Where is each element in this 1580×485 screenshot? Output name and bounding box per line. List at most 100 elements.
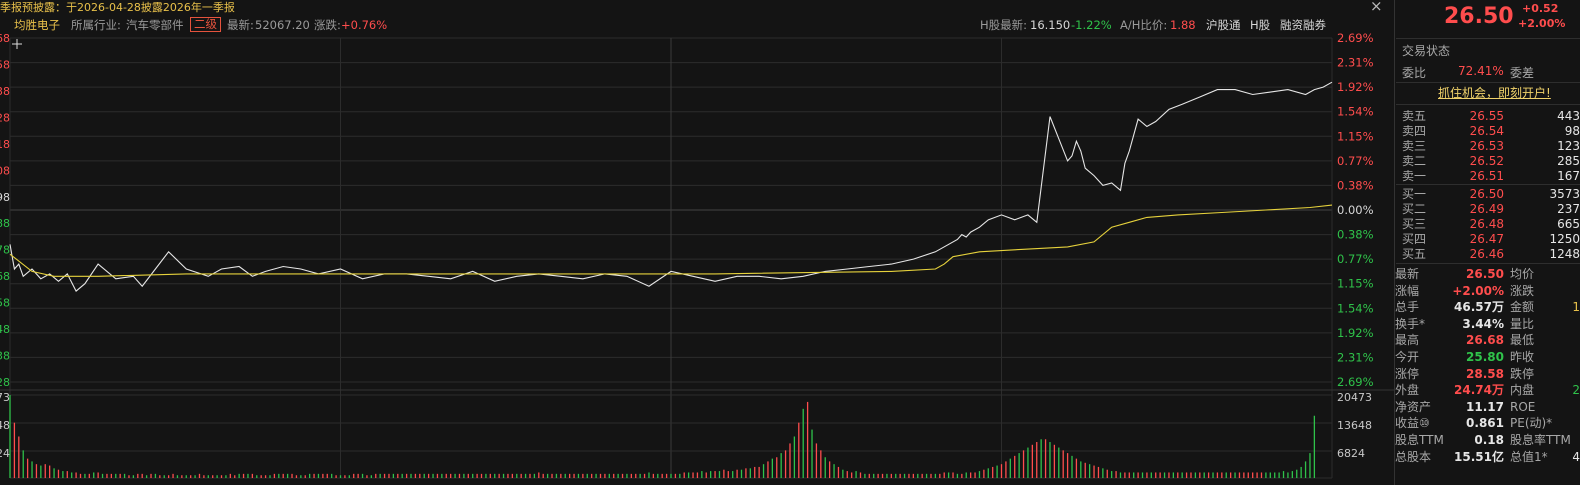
y-tick-price: 58: [0, 297, 10, 310]
order-book-row[interactable]: 卖三 26.53 123: [1396, 138, 1580, 154]
stat-row: 涨幅 +2.00% 涨跌: [1395, 283, 1580, 299]
asks-level-volume: 167: [1557, 169, 1580, 183]
stat-value-2: 4: [1572, 449, 1580, 464]
bids-level-volume: 665: [1557, 217, 1580, 231]
volume-tick-left: 24: [0, 447, 10, 460]
stat-value: 26.68: [1466, 333, 1504, 348]
stat-row: 今开 25.80 昨收: [1395, 349, 1580, 365]
y-tick-percent: 2.69%: [1337, 375, 1374, 389]
stat-value: 3.44%: [1462, 316, 1504, 331]
order-book-row[interactable]: 卖五 26.55 443: [1396, 108, 1580, 124]
bids-level-label: 买五: [1402, 247, 1427, 261]
stat-value: 0.18: [1474, 433, 1504, 447]
asks-level-label: 卖四: [1402, 124, 1427, 138]
stat-row: 股息TTM 0.18 股息率TTM: [1395, 432, 1580, 448]
intraday-chart[interactable]: 2.69% 2.31% 1.92% 1.54% 1.15% 0.77% 0.38% 0.00%…: [0, 0, 1394, 485]
stat-value: 26.50: [1466, 267, 1504, 281]
stat-row: 最高 26.68 最低: [1395, 332, 1580, 348]
y-tick-price: 48: [0, 323, 10, 336]
stat-row: 外盘 24.74万 内盘 2: [1395, 382, 1580, 398]
stat-label-2: 最低: [1510, 333, 1535, 348]
stat-label-2: 内盘: [1510, 383, 1535, 398]
y-tick-percent: 0.77%: [1337, 252, 1374, 266]
weibi-value: 72.41%: [1458, 64, 1504, 78]
stat-value-2: 2: [1572, 383, 1580, 398]
asks-level-label: 卖二: [1402, 154, 1427, 168]
separator: [1396, 38, 1580, 39]
bids-level-price: 26.50: [1469, 187, 1504, 201]
bids-level-label: 买三: [1402, 217, 1427, 231]
y-tick-percent: 2.31%: [1337, 56, 1374, 70]
y-tick-percent: 1.54%: [1337, 301, 1374, 315]
order-book-row[interactable]: 卖四 26.54 98: [1396, 123, 1580, 139]
asks-level-label: 卖五: [1402, 109, 1427, 123]
y-tick-price: 68: [0, 32, 10, 45]
volume-tick: 6824: [1337, 447, 1365, 460]
price-change-pct: +2.00%: [1518, 17, 1566, 30]
y-tick-price: 38: [0, 350, 10, 363]
separator: [1396, 263, 1580, 264]
y-tick-price: 78: [0, 244, 10, 257]
y-tick-percent: 1.92%: [1337, 80, 1374, 94]
asks-level-volume: 443: [1557, 109, 1580, 123]
separator: [1396, 104, 1580, 105]
stat-row: 收益⑩ 0.861 PE(动)*: [1395, 415, 1580, 431]
y-tick-percent: 1.92%: [1337, 326, 1374, 340]
y-tick-price: 68: [0, 270, 10, 283]
stat-row: 最新 26.50 均价: [1395, 266, 1580, 282]
separator: [1396, 82, 1580, 83]
order-book-row[interactable]: 买一 26.50 3573: [1396, 186, 1580, 202]
order-book-row[interactable]: 买四 26.47 1250: [1396, 231, 1580, 247]
volume-tick-left: 48: [0, 419, 10, 432]
stat-label-2: 总值1*: [1510, 449, 1548, 464]
stat-row: 总股本 15.51亿 总值1* 4: [1395, 449, 1580, 465]
bids-level-price: 26.48: [1469, 217, 1504, 231]
stat-row: 总手 46.57万 金额 1: [1395, 299, 1580, 315]
order-book-row[interactable]: 买三 26.48 665: [1396, 216, 1580, 232]
asks-level-volume: 98: [1564, 124, 1580, 138]
stat-label: 最高: [1395, 333, 1420, 348]
stat-label-2: 金额: [1510, 300, 1535, 315]
order-book-row[interactable]: 买二 26.49 237: [1396, 201, 1580, 217]
stat-row: 涨停 28.58 跌停: [1395, 366, 1580, 382]
stat-value: 28.58: [1466, 366, 1504, 381]
last-price: 26.50: [1444, 4, 1514, 29]
order-book-row[interactable]: 卖二 26.52 285: [1396, 153, 1580, 169]
order-book-row[interactable]: 卖一 26.51 167: [1396, 168, 1580, 184]
stat-value: 11.17: [1466, 399, 1504, 414]
volume-tick: 20473: [1337, 391, 1372, 404]
asks-level-price: 26.51: [1469, 169, 1504, 183]
stat-label: 股息TTM: [1395, 433, 1444, 447]
y-tick-price: 28: [0, 376, 10, 389]
stat-label-2: 跌停: [1510, 366, 1535, 381]
bids-level-label: 买四: [1402, 232, 1427, 246]
stat-label-2: 股息率TTM: [1510, 433, 1571, 447]
trade-status-label: 交易状态: [1402, 44, 1451, 58]
bids-level-volume: 237: [1557, 202, 1580, 216]
stat-label: 总手: [1395, 300, 1420, 315]
y-tick-percent: 0.00%: [1337, 203, 1374, 217]
asks-level-label: 卖三: [1402, 139, 1427, 153]
weibi-label: 委比: [1402, 66, 1427, 80]
y-tick-percent: 2.31%: [1337, 350, 1374, 364]
y-tick-price: 28: [0, 111, 10, 124]
stat-value: 0.861: [1466, 416, 1504, 431]
asks-level-price: 26.55: [1469, 109, 1504, 123]
y-tick-price: 18: [0, 138, 10, 151]
order-book-row[interactable]: 买五 26.46 1248: [1396, 246, 1580, 262]
y-tick-percent: 2.69%: [1337, 31, 1374, 45]
price-change: +0.52: [1522, 2, 1559, 15]
stat-label: 总股本: [1395, 449, 1432, 464]
y-tick-price: 08: [0, 164, 10, 177]
stat-label-2: 涨跌: [1510, 283, 1535, 298]
stat-label: 最新: [1395, 267, 1420, 281]
y-tick-percent: 0.38%: [1337, 178, 1374, 192]
bids-level-label: 买二: [1402, 202, 1427, 216]
open-account-link[interactable]: 抓住机会，即刻开户!: [1438, 84, 1551, 101]
volume-tick: 13648: [1337, 419, 1372, 432]
stat-label: 净资产: [1395, 399, 1432, 414]
bids-level-volume: 1250: [1549, 232, 1580, 246]
asks-level-volume: 123: [1557, 139, 1580, 153]
stat-value: 46.57万: [1454, 300, 1504, 315]
stat-label: 涨停: [1395, 366, 1420, 381]
